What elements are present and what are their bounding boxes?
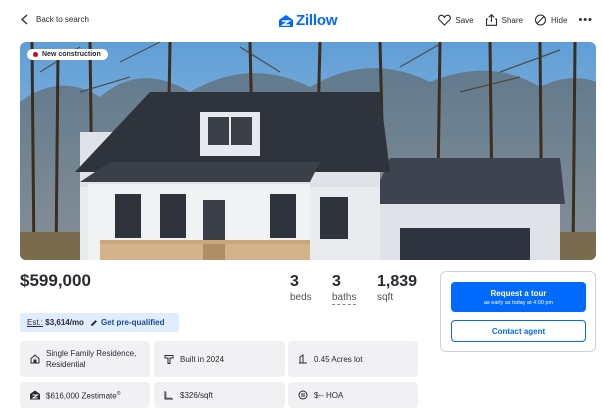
share-icon <box>485 14 497 26</box>
pencil-icon <box>90 319 97 326</box>
price-per-sqft-tile: $326/sqft <box>154 382 285 408</box>
estimate-label[interactable]: Est.: <box>27 318 43 327</box>
baths-label[interactable]: baths <box>332 291 357 305</box>
listing-photo[interactable]: New construction <box>20 42 596 260</box>
hoa-icon <box>298 390 308 400</box>
request-tour-title: Request a tour <box>490 289 547 298</box>
zestimate-mark: ® <box>116 390 121 397</box>
house-type-icon <box>30 354 40 364</box>
price-per-sqft-text: $326/sqft <box>180 390 213 400</box>
hide-label: Hide <box>550 15 568 25</box>
hammer-icon <box>164 355 174 364</box>
lot-text: 0.45 Acres lot <box>314 354 363 364</box>
share-button[interactable]: Share <box>485 14 523 26</box>
hide-button[interactable]: Hide <box>534 14 567 26</box>
sqft-fact: 1,839 sqft <box>377 273 417 304</box>
baths-fact: 3 baths <box>332 273 357 305</box>
badge-dot <box>33 52 38 57</box>
zillow-logo-icon <box>279 14 293 27</box>
chevron-left-icon <box>21 14 28 25</box>
save-label: Save <box>455 15 474 25</box>
built-tile: Built in 2024 <box>154 341 285 377</box>
zestimate-icon <box>30 390 40 400</box>
request-tour-subtitle: as early as today at 4:00 pm <box>483 300 554 306</box>
back-label: Back to search <box>36 15 89 24</box>
get-prequalified-link[interactable]: Get pre-qualified <box>90 318 165 327</box>
home-type-text: Single Family Residence, Residential <box>46 348 136 370</box>
new-construction-badge: New construction <box>27 49 108 60</box>
estimate-text: Est.: $3,614/mo <box>27 318 84 327</box>
ruler-icon <box>164 391 173 400</box>
hoa-tile: $-- HOA <box>288 382 418 408</box>
zestimate-value: $616,000 Zestimate <box>46 391 117 401</box>
hide-icon <box>534 14 547 26</box>
sqft-label: sqft <box>377 292 394 303</box>
sqft-count: 1,839 <box>377 273 418 290</box>
house-photo <box>20 42 596 260</box>
prequal-label: Get pre-qualified <box>100 318 165 327</box>
home-type-line2: Residential <box>46 360 86 369</box>
logo-text: Zillow <box>296 12 338 29</box>
estimate-amount: $3,614/mo <box>45 318 84 327</box>
back-to-search-link[interactable]: Back to search <box>20 14 89 25</box>
zillow-logo[interactable]: Zillow <box>279 12 337 29</box>
hoa-text: $-- HOA <box>314 390 344 400</box>
badge-label: New construction <box>42 51 101 58</box>
heart-icon <box>438 14 452 26</box>
save-button[interactable]: Save <box>438 14 474 26</box>
beds-label: beds <box>290 292 312 303</box>
more-icon[interactable]: ••• <box>578 15 593 26</box>
home-type-line1: Single Family Residence, <box>46 349 137 358</box>
lot-icon <box>299 354 307 364</box>
beds-fact: 3 beds <box>290 273 312 304</box>
baths-count: 3 <box>332 273 341 290</box>
request-tour-button[interactable]: Request a tour as early as today at 4:00… <box>451 282 586 312</box>
built-text: Built in 2024 <box>180 354 225 364</box>
zestimate-tile[interactable]: $616,000 Zestimate® <box>20 382 150 408</box>
lot-tile: 0.45 Acres lot <box>288 341 418 377</box>
zestimate-text: $616,000 Zestimate® <box>46 389 120 402</box>
share-label: Share <box>501 15 523 25</box>
beds-count: 3 <box>290 273 299 290</box>
header-actions: Save Share Hide ••• <box>438 14 593 26</box>
contact-card: Request a tour as early as today at 4:00… <box>440 271 596 352</box>
home-type-tile: Single Family Residence, Residential <box>20 341 150 377</box>
contact-agent-button[interactable]: Contact agent <box>451 320 586 342</box>
top-bar: Back to search Zillow Save Share Hide ••… <box>0 0 603 42</box>
listing-price: $599,000 <box>20 271 91 290</box>
estimated-payment: Est.: $3,614/mo Get pre-qualified <box>20 313 179 332</box>
